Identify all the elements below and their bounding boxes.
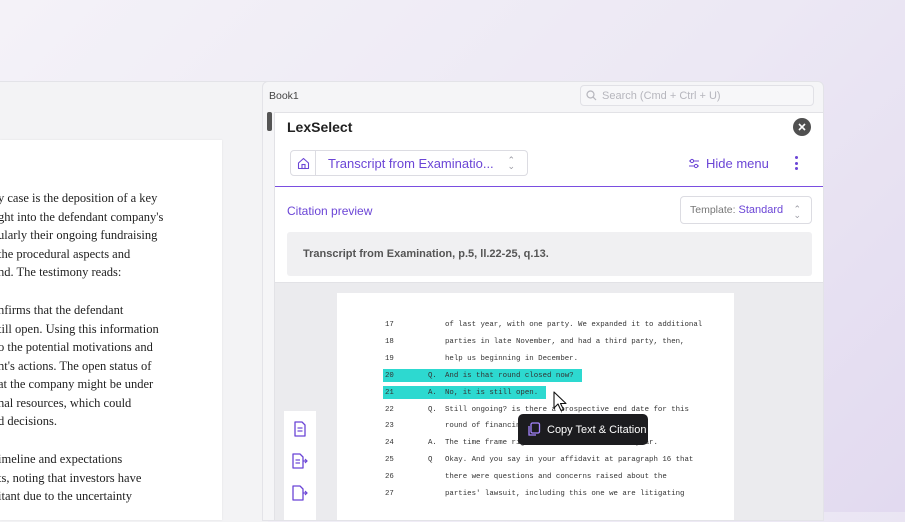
line-text: Okay. And you say in your affidavit at p… bbox=[445, 456, 694, 465]
transcript-viewer: 17 of last year, with one party. We expan… bbox=[274, 283, 823, 520]
document-export-icon bbox=[292, 485, 308, 501]
copy-text-citation-button[interactable]: Copy Text & Citation bbox=[518, 414, 648, 445]
copy-icon bbox=[528, 422, 541, 436]
citation-text: Transcript from Examination, p.5, ll.22-… bbox=[287, 232, 812, 276]
drag-handle[interactable] bbox=[267, 112, 272, 131]
document-line: imeline and expectations bbox=[0, 452, 123, 466]
line-text: of last year, with one party. We expande… bbox=[445, 321, 703, 329]
line-number: 23 bbox=[385, 422, 394, 431]
close-button[interactable] bbox=[793, 118, 811, 136]
document-icon bbox=[294, 421, 306, 437]
select-chevron-icon: ⌃ ⌄ bbox=[793, 204, 801, 220]
document-paragraph-1: y case is the deposition of a key ght in… bbox=[0, 189, 222, 282]
kebab-icon[interactable] bbox=[793, 156, 799, 170]
transcript-line[interactable]: 17 of last year, with one party. We expan… bbox=[337, 318, 734, 332]
qa-marker: Q bbox=[428, 456, 433, 465]
document-line: nal resources, which could bbox=[0, 395, 132, 410]
qa-marker: Q. bbox=[428, 405, 437, 414]
document-paragraph-3: imeline and expectations ts, noting that… bbox=[0, 450, 222, 506]
panel-title: LexSelect bbox=[287, 119, 353, 135]
citation-preview-label: Citation preview bbox=[287, 204, 373, 218]
qa-marker: A. bbox=[428, 439, 437, 448]
document-line: itant due to the uncertainty bbox=[0, 489, 132, 503]
document-line: d decisions. bbox=[0, 414, 58, 428]
transcript-line[interactable]: 21 A. No, it is still open. bbox=[337, 385, 734, 400]
line-number: 20 bbox=[385, 371, 394, 380]
transcript-line[interactable]: 18 parties in late November, and had a th… bbox=[337, 335, 734, 349]
line-text: No, it is still open. bbox=[445, 388, 539, 397]
panel-nav-row: Transcript from Examinatio... ⌃ ⌄ Hide me… bbox=[275, 143, 823, 187]
document-paragraph-2: nfirms that the defendant till open. Usi… bbox=[0, 301, 222, 431]
line-text: parties in late November, and had a thir… bbox=[445, 337, 685, 346]
transcript-page: 17 of last year, with one party. We expan… bbox=[337, 293, 734, 520]
line-number: 26 bbox=[385, 473, 394, 482]
line-number: 21 bbox=[385, 388, 394, 397]
line-number: 22 bbox=[385, 405, 394, 414]
close-icon bbox=[798, 123, 806, 131]
side-toolbar bbox=[284, 411, 316, 520]
search-placeholder: Search (Cmd + Ctrl + U) bbox=[602, 89, 721, 102]
search-icon bbox=[586, 90, 597, 101]
document-select-value: Transcript from Examinatio... bbox=[328, 155, 494, 171]
line-number: 19 bbox=[385, 354, 394, 363]
document-line: nd. The testimony reads: bbox=[0, 265, 122, 279]
filter-icon bbox=[689, 158, 699, 169]
template-value: Standard bbox=[738, 204, 784, 216]
transcript-line[interactable]: 27 parties' lawsuit, including this one w… bbox=[337, 487, 734, 501]
line-number: 27 bbox=[385, 490, 394, 498]
template-select[interactable]: Template: Standard ⌃ ⌄ bbox=[680, 196, 812, 224]
document-line: nt's actions. The open status of bbox=[0, 358, 152, 373]
line-number: 17 bbox=[385, 321, 394, 329]
select-chevron-icon: ⌃ ⌄ bbox=[507, 155, 515, 171]
template-label: Template: bbox=[690, 204, 736, 216]
document-line: y case is the deposition of a key bbox=[0, 191, 158, 205]
line-number: 25 bbox=[385, 456, 394, 465]
document-select[interactable]: Transcript from Examinatio... ⌃ ⌄ bbox=[316, 150, 528, 176]
document-line: at the company might be under bbox=[0, 377, 154, 391]
document-page: y case is the deposition of a key ght in… bbox=[0, 140, 222, 520]
line-text: round of financing? bbox=[445, 422, 530, 431]
line-text: parties' lawsuit, including this one we … bbox=[445, 490, 685, 498]
hide-menu-label: Hide menu bbox=[706, 156, 769, 171]
document-line: ularly their ongoing fundraising bbox=[0, 228, 158, 242]
document-line: nfirms that the defendant bbox=[0, 303, 124, 317]
lexselect-panel: LexSelect Transcript from Examinatio... … bbox=[274, 112, 823, 283]
word-document-window: y case is the deposition of a key ght in… bbox=[0, 81, 268, 522]
line-text: And is that round closed now? bbox=[445, 371, 574, 380]
window-title: Book1 bbox=[269, 90, 299, 102]
document-tool-button[interactable] bbox=[290, 419, 310, 439]
document-arrow-tool-button[interactable] bbox=[290, 451, 310, 471]
hide-menu-button[interactable]: Hide menu bbox=[688, 156, 769, 171]
qa-marker: Q. bbox=[428, 371, 437, 380]
transcript-line[interactable]: 25 Q Okay. And you say in your affidavit a… bbox=[337, 453, 734, 467]
search-input[interactable]: Search (Cmd + Ctrl + U) bbox=[580, 85, 814, 106]
document-line: till open. Using this information bbox=[0, 321, 159, 336]
document-arrow-icon bbox=[292, 453, 308, 469]
document-line: ght into the defendant company's bbox=[0, 209, 164, 224]
transcript-line[interactable]: 26 there were questions and concerns rais… bbox=[337, 470, 734, 484]
line-number: 18 bbox=[385, 337, 394, 346]
document-line: ts, noting that investors have bbox=[0, 470, 142, 485]
excel-window: Book1 Search (Cmd + Ctrl + U) LexSelect bbox=[262, 81, 824, 521]
home-icon bbox=[297, 157, 309, 169]
copy-text-citation-label: Copy Text & Citation bbox=[547, 423, 647, 436]
document-line: o the potential motivations and bbox=[0, 340, 153, 354]
transcript-line[interactable]: 19 help us beginning in December. bbox=[337, 352, 734, 366]
line-text: help us beginning in December. bbox=[445, 354, 579, 363]
line-text: there were questions and concerns raised… bbox=[445, 473, 667, 482]
home-button[interactable] bbox=[290, 150, 316, 176]
cursor-icon bbox=[553, 391, 567, 412]
qa-marker: A. bbox=[428, 388, 437, 397]
document-line: the procedural aspects and bbox=[0, 246, 131, 261]
document-export-tool-button[interactable] bbox=[290, 483, 310, 503]
transcript-line[interactable]: 20 Q. And is that round closed now? bbox=[337, 368, 734, 383]
line-number: 24 bbox=[385, 439, 394, 448]
